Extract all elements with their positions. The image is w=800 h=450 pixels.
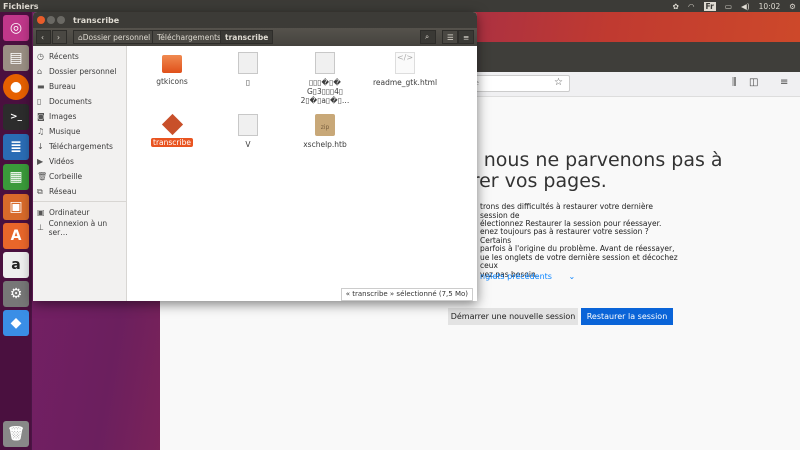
back-button[interactable]: ‹	[36, 30, 51, 44]
sidebar-item-documents[interactable]: ▯ Documents	[33, 94, 126, 109]
keyboard-layout-indicator[interactable]: Fr	[703, 1, 716, 11]
home-icon: ⌂	[37, 67, 43, 76]
file-item[interactable]: </> readme_gtk.html	[368, 52, 442, 87]
breadcrumb-transcribe[interactable]: transcribe	[220, 30, 274, 44]
software-center-icon[interactable]: A	[3, 223, 29, 249]
places-sidebar: ◷ Récents ⌂ Dossier personnel ▬ Bureau ▯ Doc…	[33, 46, 127, 301]
download-icon: ↓	[37, 142, 44, 151]
sidebar-icon[interactable]: ◫	[749, 77, 758, 88]
firefox-icon[interactable]: ●	[3, 74, 29, 100]
file-item[interactable]: ▯▯▯�▯� G▯3▯▯▯4▯ 2▯�▯a▯�▯…	[290, 52, 360, 105]
view-list-button[interactable]: ☰	[442, 30, 458, 44]
menu-icon[interactable]: ≡	[780, 77, 788, 88]
zip-archive-icon: zip	[315, 114, 335, 136]
sidebar-item-images[interactable]: ◙ Images	[33, 109, 126, 124]
trash-icon: 🗑	[37, 172, 48, 181]
file-item[interactable]: V	[213, 114, 283, 149]
text-file-icon	[315, 52, 335, 74]
file-grid: gtkicons ▯ ▯▯▯�▯� G▯3▯▯▯4▯ 2▯�▯a▯�▯… </>…	[127, 46, 477, 301]
new-session-button[interactable]: Démarrer une nouvelle session	[448, 308, 578, 325]
network-icon: ⧉	[37, 186, 43, 196]
menu-button[interactable]: ≡	[458, 30, 474, 44]
list-icon: ☰	[447, 32, 454, 42]
files-toolbar: ‹ › ⌂ Dossier personnel Téléchargements t…	[33, 28, 477, 46]
sidebar-item-downloads[interactable]: ↓ Téléchargements	[33, 139, 126, 154]
folder-icon: ▬	[37, 82, 45, 91]
text-file-icon	[238, 52, 258, 74]
gear-icon[interactable]: ⚙	[789, 2, 796, 11]
amazon-icon[interactable]: a	[3, 252, 29, 278]
impress-icon[interactable]: ▣	[3, 194, 29, 220]
ubuntu-dash-icon[interactable]: ◎	[3, 15, 29, 41]
bookmark-star-icon[interactable]: ☆	[554, 77, 563, 88]
wifi-icon[interactable]: ◠	[688, 2, 695, 11]
video-icon: ▶	[37, 157, 44, 166]
server-icon: ⊥	[37, 223, 44, 232]
html-file-icon: </>	[395, 52, 415, 74]
document-icon: ▯	[37, 97, 42, 106]
status-bar: « transcribe » sélectionné (7,5 Mo)	[340, 288, 473, 301]
restore-session-button[interactable]: Restaurer la session	[581, 308, 673, 325]
error-paragraph-1: trons des difficultés à restaurer votre …	[480, 202, 662, 228]
app-menu-title[interactable]: Fichiers	[3, 2, 39, 11]
music-icon: ♫	[37, 127, 45, 136]
text-file-icon	[238, 114, 258, 136]
camera-icon: ◙	[37, 112, 45, 121]
window-title: transcribe	[73, 15, 120, 25]
sidebar-item-trash[interactable]: 🗑 Corbeille	[33, 169, 126, 184]
settings-icon[interactable]: ⚙	[3, 281, 29, 307]
executable-icon	[161, 113, 183, 136]
file-item[interactable]: ▯	[213, 52, 283, 87]
computer-icon: ▣	[37, 208, 45, 217]
error-heading: é, nous ne parvenons pas à érer vos pages…	[460, 149, 723, 192]
sidebar-item-videos[interactable]: ▶ Vidéos	[33, 154, 126, 169]
launcher: ◎ ▤ ● >_ ≣ ▦ ▣ A a ⚙ ◆ 🗑	[0, 12, 32, 450]
files-titlebar: transcribe	[33, 12, 477, 28]
sidebar-item-network[interactable]: ⧉ Réseau	[33, 184, 126, 199]
clock[interactable]: 10:02	[759, 2, 781, 11]
library-icon[interactable]: ⫼	[732, 77, 737, 88]
trash-icon[interactable]: 🗑	[3, 421, 29, 447]
breadcrumb-downloads[interactable]: Téléchargements	[152, 30, 226, 44]
file-item[interactable]: zip xschelp.htb	[290, 114, 360, 149]
files-window: transcribe ‹ › ⌂ Dossier personnel Téléch…	[33, 12, 477, 301]
sidebar-item-home[interactable]: ⌂ Dossier personnel	[33, 64, 126, 79]
close-icon[interactable]	[37, 16, 45, 24]
maximize-icon[interactable]	[57, 16, 65, 24]
clock-icon: ◷	[37, 52, 44, 61]
sidebar-item-music[interactable]: ♫ Musique	[33, 124, 126, 139]
breadcrumb-home[interactable]: ⌂ Dossier personnel	[73, 30, 156, 44]
sidebar-item-recent[interactable]: ◷ Récents	[33, 49, 126, 64]
hamburger-icon: ≡	[463, 32, 470, 42]
terminal-icon[interactable]: >_	[3, 104, 29, 130]
search-icon: ⌕	[425, 32, 430, 41]
dropbox-tray-icon[interactable]: ✿	[673, 2, 679, 11]
sidebar-item-connect-server[interactable]: ⊥ Connexion à un ser…	[33, 219, 126, 237]
calc-icon[interactable]: ▦	[3, 164, 29, 190]
files-icon[interactable]: ▤	[3, 45, 29, 71]
sidebar-item-desktop[interactable]: ▬ Bureau	[33, 79, 126, 94]
sidebar-divider	[33, 201, 126, 202]
volume-icon[interactable]: ◀)	[741, 2, 750, 11]
dropbox-icon[interactable]: ◆	[3, 310, 29, 336]
forward-button[interactable]: ›	[52, 30, 67, 44]
file-item[interactable]: gtkicons	[137, 52, 207, 86]
chevron-down-icon: ⌄	[568, 272, 576, 281]
folder-icon	[162, 55, 182, 73]
battery-icon[interactable]: ▭	[725, 2, 732, 11]
file-item-selected[interactable]: transcribe	[137, 113, 207, 147]
writer-icon[interactable]: ≣	[3, 134, 29, 160]
minimize-icon[interactable]	[47, 16, 55, 24]
show-previous-tabs-link[interactable]: nglets précédents ⌄	[480, 272, 575, 281]
search-button[interactable]: ⌕	[420, 30, 436, 44]
top-panel: Fichiers ✿ ◠ Fr ▭ ◀) 10:02 ⚙	[0, 0, 800, 12]
